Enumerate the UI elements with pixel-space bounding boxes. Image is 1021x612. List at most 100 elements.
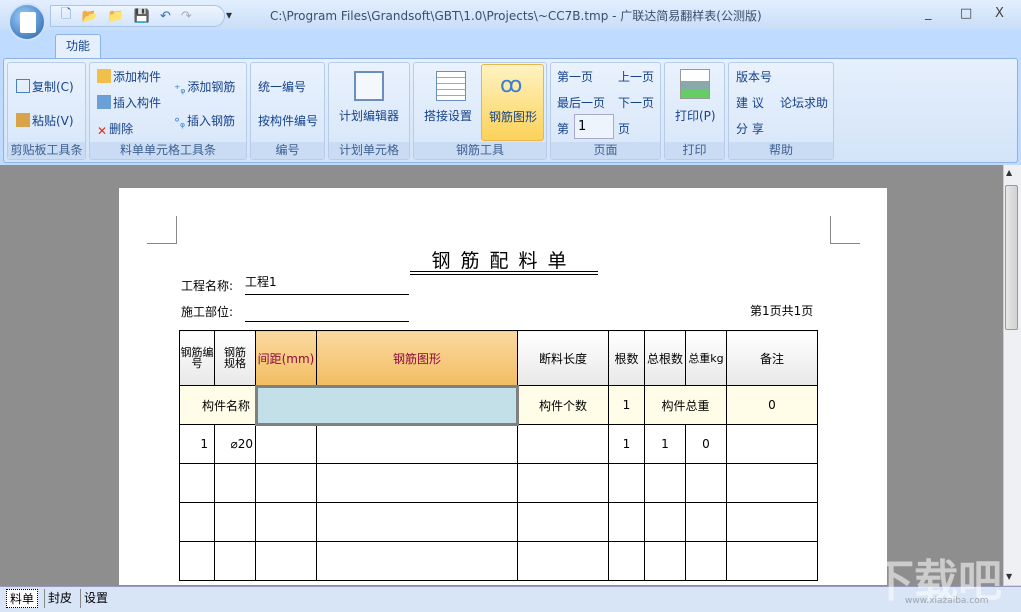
sheet-tab-settings[interactable]: 设置	[80, 589, 111, 608]
scrollbar-thumb[interactable]	[1005, 185, 1018, 330]
insert-component-icon	[97, 95, 111, 109]
quick-access-toolbar: 🗋 📂 📁 💾 ↶ ↷	[50, 5, 225, 27]
open-icon[interactable]: 📂	[81, 9, 97, 24]
group-rebar-tools: 搭接设置 ꝏ 钢筋图形 钢筋工具	[413, 62, 547, 160]
group-help: 版本号 建 议 论坛求助 分 享 帮助	[728, 62, 834, 160]
page-suffix: 页	[618, 122, 631, 136]
qat-dropdown-icon[interactable]: ▾	[226, 8, 232, 22]
scroll-down-icon[interactable]: ▼	[1006, 572, 1012, 581]
group-print: 打印(P) 打印	[664, 62, 725, 160]
insert-rebar-icon: °ᵩ	[174, 116, 185, 130]
cell-no[interactable]: 1	[179, 424, 215, 464]
cell-spacing[interactable]	[255, 424, 317, 464]
table-row[interactable]	[179, 541, 818, 581]
group-label: 计划单元格	[329, 142, 409, 159]
next-page-button[interactable]: 下一页	[618, 94, 654, 111]
group-plan: 计划编辑器 计划单元格	[328, 62, 410, 160]
header-total-count: 总根数	[644, 330, 686, 386]
table-row[interactable]	[179, 463, 818, 503]
delete-icon: ✕	[97, 124, 108, 138]
cell-count[interactable]: 1	[608, 424, 645, 464]
component-weight-label: 构件总重	[644, 385, 727, 425]
copy-button[interactable]: 复制(C)	[16, 78, 74, 95]
tab-functions[interactable]: 功能	[55, 34, 101, 58]
share-button[interactable]: 分 享	[736, 120, 764, 137]
component-count-label: 构件个数	[517, 385, 609, 425]
add-rebar-button[interactable]: ⁺ᵩ 添加钢筋	[174, 78, 235, 96]
sheet-tab-cover[interactable]: 封皮	[44, 589, 75, 608]
project-name-field[interactable]: 工程1	[245, 273, 409, 295]
group-label: 钢筋工具	[414, 142, 546, 159]
last-page-button[interactable]: 最后一页	[557, 94, 605, 111]
version-button[interactable]: 版本号	[736, 68, 772, 85]
undo-icon[interactable]: ↶	[160, 9, 171, 24]
header-total-weight: 总重kg	[685, 330, 727, 386]
plan-editor-button[interactable]: 计划编辑器	[339, 107, 399, 124]
table-row[interactable]	[179, 502, 818, 542]
group-label: 剪贴板工具条	[8, 142, 85, 159]
component-name-label: 构件名称	[179, 385, 256, 425]
prev-page-button[interactable]: 上一页	[618, 68, 654, 85]
group-label: 编号	[251, 142, 324, 159]
copy-icon	[16, 79, 30, 93]
maximize-button[interactable]: □	[960, 6, 972, 21]
redo-icon[interactable]: ↷	[181, 9, 192, 24]
insert-component-button[interactable]: 插入构件	[97, 94, 161, 111]
delete-button[interactable]: ✕ 删除	[97, 120, 133, 138]
header-rebar-spec: 钢筋规格	[214, 330, 256, 386]
cell-note[interactable]	[726, 424, 818, 464]
page-number-input[interactable]: 1	[574, 114, 614, 139]
numbering-by-component-button[interactable]: 按构件编号	[258, 112, 318, 129]
document-title: 钢筋配料单	[431, 250, 577, 272]
save-icon[interactable]: 💾	[134, 9, 150, 24]
rebar-shape-icon: ꝏ	[500, 73, 523, 98]
paste-button[interactable]: 粘贴(V)	[16, 112, 74, 129]
group-label: 料单单元格工具条	[90, 142, 246, 159]
unified-numbering-button[interactable]: 统一编号	[258, 78, 306, 95]
component-name-cell[interactable]	[254, 384, 519, 426]
group-page: 第一页 上一页 最后一页 下一页 第 1 页 页面	[550, 62, 661, 160]
sheet-tab-bill[interactable]: 料单	[6, 589, 39, 608]
header-note: 备注	[726, 330, 818, 386]
sheet-tab-bar	[0, 586, 1021, 612]
forum-help-button[interactable]: 论坛求助	[780, 94, 828, 111]
cell-total[interactable]: 1	[644, 424, 686, 464]
lap-settings-button[interactable]: 搭接设置	[424, 107, 472, 124]
crop-mark	[830, 216, 860, 244]
ribbon-tab-row	[0, 30, 1021, 58]
add-rebar-icon: ⁺ᵩ	[174, 82, 186, 96]
component-count-cell[interactable]: 1	[608, 385, 645, 425]
cell-spec[interactable]: ⌀20	[214, 424, 256, 464]
new-icon[interactable]: 🗋	[61, 5, 71, 27]
minimize-button[interactable]: _	[925, 6, 932, 21]
folder-icon[interactable]: 📁	[108, 9, 124, 24]
component-row: 构件名称 构件个数 1 构件总重 0	[179, 384, 818, 426]
location-field[interactable]	[245, 300, 409, 322]
insert-rebar-button[interactable]: °ᵩ 插入钢筋	[174, 112, 235, 130]
group-clipboard: 复制(C) 粘贴(V) 剪贴板工具条	[7, 62, 86, 160]
cell-length[interactable]	[517, 424, 609, 464]
page-prefix: 第	[557, 122, 570, 136]
component-weight-cell: 0	[726, 385, 818, 425]
rebar-shape-button[interactable]: ꝏ 钢筋图形	[481, 64, 544, 141]
printer-icon	[680, 69, 710, 99]
title-underline	[410, 274, 598, 275]
app-menu-button[interactable]	[8, 3, 46, 41]
page-info: 第1页共1页	[750, 304, 814, 318]
group-cell-tools: 添加构件 插入构件 ✕ 删除 ⁺ᵩ 添加钢筋 °ᵩ 插入钢筋 料单单元格工具条	[89, 62, 247, 160]
close-button[interactable]: X	[995, 6, 1004, 21]
header-spacing: 间距(mm)	[255, 330, 317, 386]
group-label: 打印	[665, 142, 724, 159]
first-page-button[interactable]: 第一页	[557, 68, 593, 85]
print-button[interactable]: 打印(P)	[675, 107, 716, 124]
plan-editor-icon	[354, 71, 384, 101]
scroll-up-icon[interactable]: ▲	[1006, 168, 1012, 177]
suggest-button[interactable]: 建 议	[736, 94, 764, 111]
cell-weight[interactable]: 0	[685, 424, 727, 464]
cell-shape[interactable]	[316, 424, 518, 464]
project-name-label: 工程名称:	[181, 279, 234, 293]
add-component-button[interactable]: 添加构件	[97, 68, 161, 85]
group-numbering: 统一编号 按构件编号 编号	[250, 62, 325, 160]
add-component-icon	[97, 69, 111, 83]
group-label: 页面	[551, 142, 660, 159]
